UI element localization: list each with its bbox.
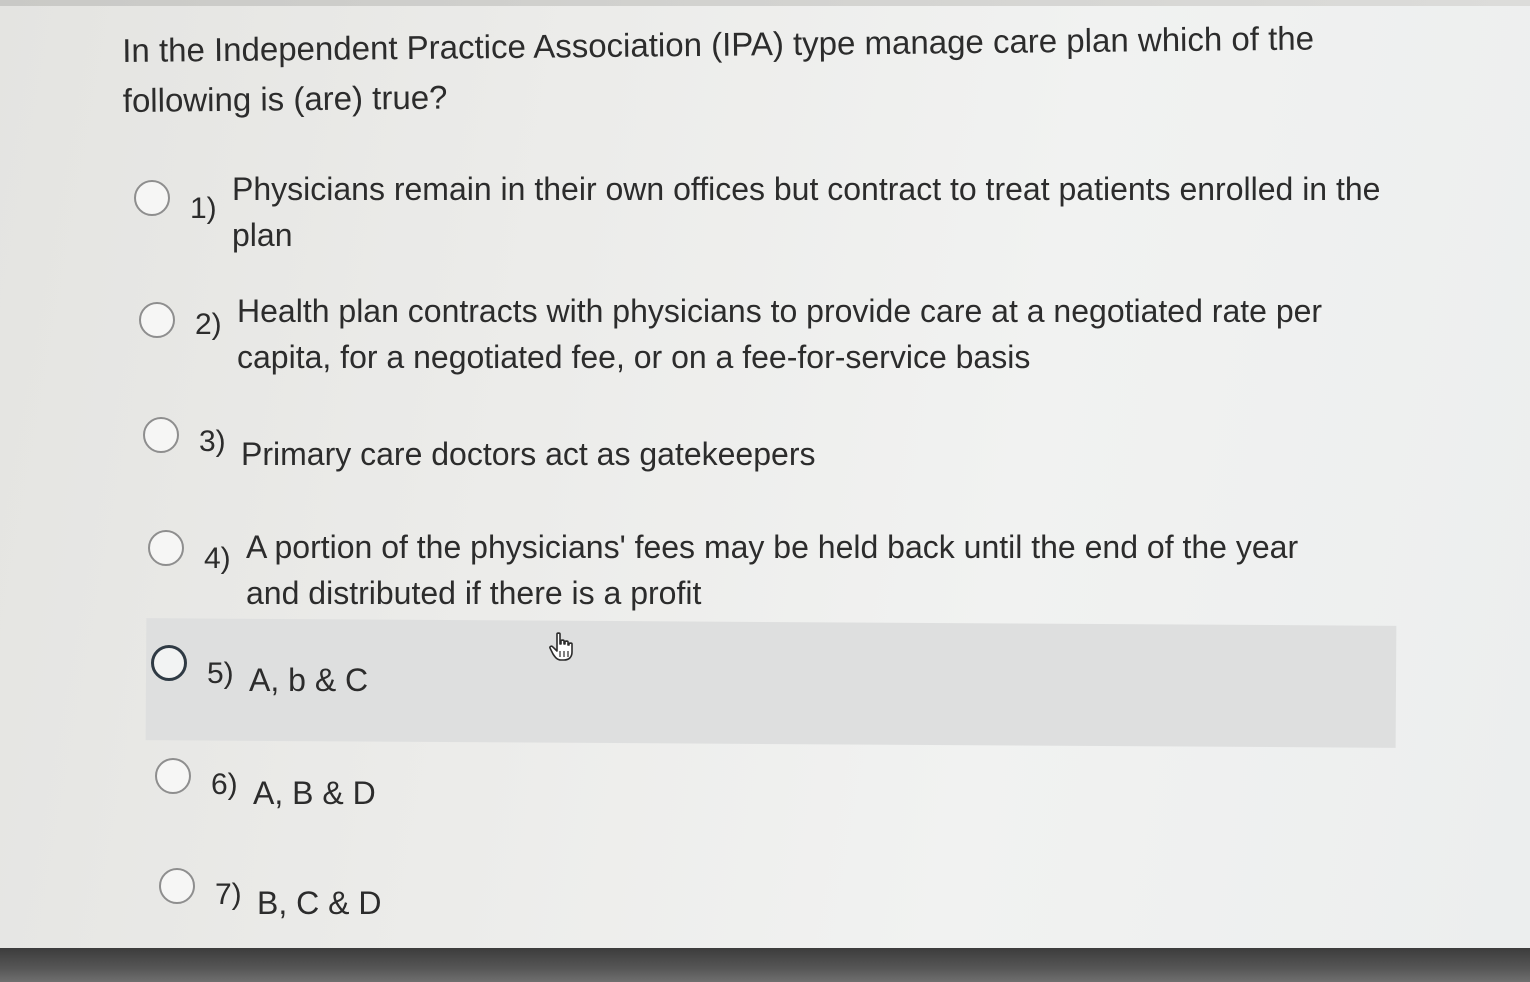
option-2[interactable]: 2) Health plan contracts with physicians…: [139, 288, 1409, 380]
option-7-text: B, C & D: [257, 885, 382, 921]
option-6-text: A, B & D: [253, 775, 376, 811]
option-3-text: Primary care doctors act as gatekeepers: [241, 436, 816, 472]
option-5-text: A, b & C: [249, 662, 369, 698]
option-1-radio[interactable]: [134, 180, 170, 216]
option-6[interactable]: 6) A, B & D: [155, 758, 955, 816]
option-1[interactable]: 1) Physicians remain in their own office…: [134, 166, 1394, 258]
option-3-number: 3): [199, 425, 226, 458]
option-4-number: 4): [204, 542, 231, 575]
option-6-number: 6): [211, 768, 238, 801]
option-7[interactable]: 7) B, C & D: [159, 868, 959, 926]
answer-options: 1) Physicians remain in their own office…: [0, 0, 1530, 982]
option-1-text: Physicians remain in their own offices b…: [232, 171, 1381, 253]
option-2-number: 2): [195, 308, 222, 341]
option-6-radio[interactable]: [155, 758, 191, 794]
option-4[interactable]: 4) A portion of the physicians' fees may…: [148, 524, 1378, 616]
screen-bottom-bezel: [0, 948, 1530, 982]
option-7-radio[interactable]: [159, 868, 195, 904]
option-3[interactable]: 3) Primary care doctors act as gatekeepe…: [143, 415, 1143, 477]
option-2-text: Health plan contracts with physicians to…: [237, 293, 1323, 375]
hand-pointer-icon: [549, 632, 573, 661]
option-7-number: 7): [215, 878, 242, 911]
option-3-radio[interactable]: [143, 417, 179, 453]
option-1-number: 1): [190, 192, 217, 225]
option-2-radio[interactable]: [139, 302, 175, 338]
option-5-number: 5): [207, 657, 234, 690]
option-4-text: A portion of the physicians' fees may be…: [246, 529, 1299, 611]
option-5-radio[interactable]: [151, 645, 187, 681]
option-4-radio[interactable]: [148, 530, 184, 566]
